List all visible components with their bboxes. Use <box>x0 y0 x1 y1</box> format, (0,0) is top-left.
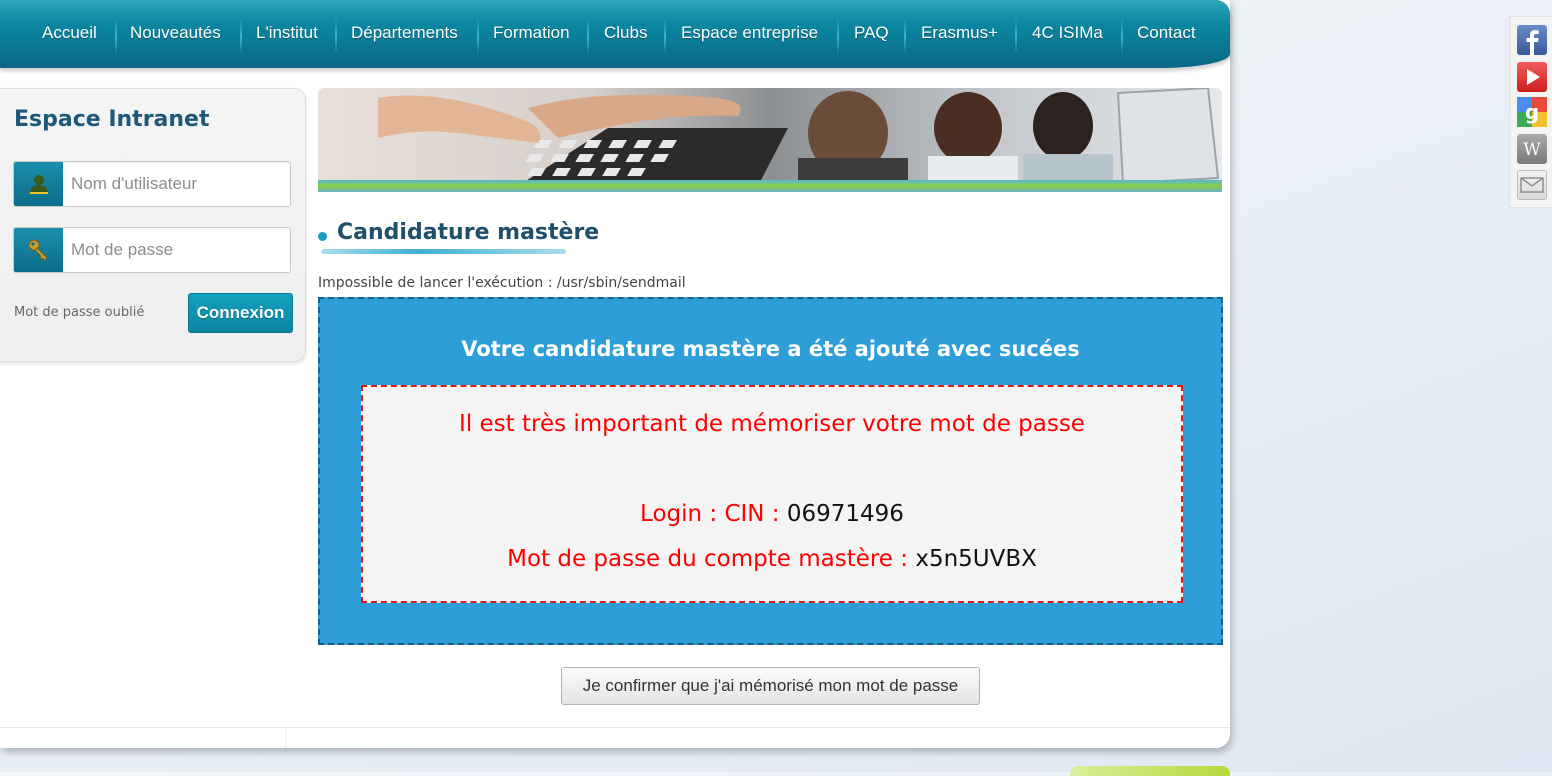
success-title: Votre candidature mastère a été ajouté a… <box>461 337 1080 361</box>
password-input[interactable] <box>64 228 286 272</box>
nav-separator <box>240 18 242 54</box>
success-message-box: Votre candidature mastère a été ajouté a… <box>318 297 1223 645</box>
nav-separator <box>664 18 666 54</box>
nav-item-erasmus[interactable]: Erasmus+ <box>921 22 998 44</box>
nav-separator <box>1121 18 1123 54</box>
footer-divider <box>0 727 1230 728</box>
heading-bullet-icon <box>318 232 327 241</box>
nav-item-formation[interactable]: Formation <box>493 22 570 44</box>
login-value: 06971496 <box>786 501 904 527</box>
navbar-shine <box>0 0 1230 24</box>
password-value: x5n5UVBX <box>915 546 1037 572</box>
nav-item-accueil[interactable]: Accueil <box>42 22 97 44</box>
nav-item-4c-isima[interactable]: 4C ISIMa <box>1032 22 1103 44</box>
login-label: Login : CIN : <box>640 501 780 527</box>
nav-item-paq[interactable]: PAQ <box>854 22 889 44</box>
nav-item-espace-entreprise[interactable]: Espace entreprise <box>681 22 818 44</box>
intranet-title: Espace Intranet <box>14 107 210 132</box>
facebook-icon[interactable] <box>1517 25 1547 55</box>
wikipedia-icon[interactable]: W <box>1517 134 1547 164</box>
memorize-warning: Il est très important de mémoriser votre… <box>459 411 1085 437</box>
nav-separator <box>115 18 117 54</box>
page-title: Candidature mastère <box>337 220 600 245</box>
svg-text:g: g <box>1525 100 1539 124</box>
footer-accent <box>1070 766 1230 776</box>
nav-item-nouveautes[interactable]: Nouveautés <box>130 22 221 44</box>
section-heading: Candidature mastère <box>318 218 599 256</box>
username-field-group <box>13 161 291 207</box>
google-icon[interactable]: g <box>1517 97 1547 127</box>
youtube-icon[interactable] <box>1517 62 1547 92</box>
mail-icon[interactable] <box>1517 170 1547 200</box>
sendmail-error-message: Impossible de lancer l'exécution : /usr/… <box>318 275 686 291</box>
header-banner-image <box>318 88 1222 192</box>
nav-item-clubs[interactable]: Clubs <box>604 22 647 44</box>
nav-item-institut[interactable]: L'institut <box>256 22 318 44</box>
password-line: Mot de passe du compte mastère : x5n5UVB… <box>363 546 1181 572</box>
nav-item-contact[interactable]: Contact <box>1137 22 1196 44</box>
social-share-bar: g W <box>1509 16 1552 208</box>
nav-separator <box>477 18 479 54</box>
key-icon <box>14 228 63 272</box>
heading-underline <box>321 249 566 254</box>
nav-separator <box>587 18 589 54</box>
connexion-button[interactable]: Connexion <box>188 293 293 333</box>
confirm-memorized-button[interactable]: Je confirmer que j'ai mémorisé mon mot d… <box>561 667 980 705</box>
svg-text:W: W <box>1523 140 1541 160</box>
footer-column-divider <box>285 728 286 748</box>
nav-separator <box>837 18 839 54</box>
nav-separator <box>1015 18 1017 54</box>
nav-separator <box>904 18 906 54</box>
main-navbar: Accueil Nouveautés L'institut Départemen… <box>0 0 1230 68</box>
forgot-password-link[interactable]: Mot de passe oublié <box>14 305 144 320</box>
username-input[interactable] <box>64 162 286 206</box>
password-field-group <box>13 227 291 273</box>
user-icon <box>14 162 63 206</box>
credentials-box: Il est très important de mémoriser votre… <box>361 385 1183 603</box>
login-line: Login : CIN : 06971496 <box>363 501 1181 527</box>
nav-separator <box>335 18 337 54</box>
nav-item-departements[interactable]: Départements <box>351 22 458 44</box>
password-label: Mot de passe du compte mastère : <box>507 546 909 572</box>
